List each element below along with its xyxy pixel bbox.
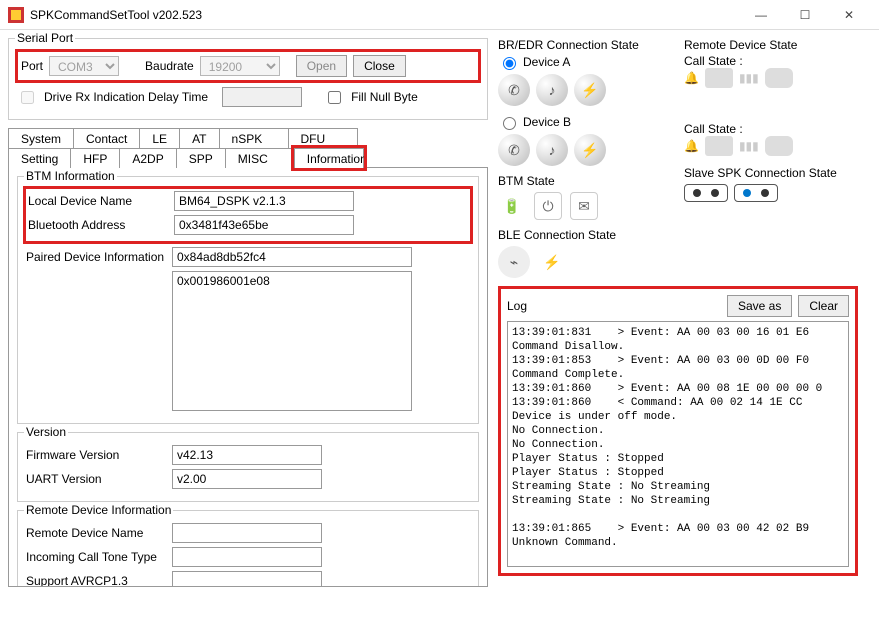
tab-misc[interactable]: MISC	[225, 148, 295, 168]
mail-icon: ✉	[570, 192, 598, 220]
fw-value: v42.13	[172, 445, 322, 465]
tab-system[interactable]: System	[8, 128, 74, 148]
paired-label: Paired Device Information	[26, 250, 166, 264]
battery-icon	[765, 136, 793, 156]
tab-at[interactable]: AT	[179, 128, 219, 148]
minimize-button[interactable]: —	[739, 1, 783, 29]
tab-contact[interactable]: Contact	[73, 128, 140, 148]
clear-button[interactable]: Clear	[798, 295, 849, 317]
plug-icon: ⚡	[574, 74, 606, 106]
titlebar: SPKCommandSetTool v202.523 — ☐ ✕	[0, 0, 879, 30]
baudrate-label: Baudrate	[145, 59, 194, 73]
fw-label: Firmware Version	[26, 448, 166, 462]
phone-icon: ✆	[498, 74, 530, 106]
tab-dfu[interactable]: DFU	[288, 128, 358, 148]
signal-icon: ▮▮▮	[739, 139, 759, 153]
tab-information[interactable]: Information	[294, 148, 364, 168]
port-label: Port	[21, 59, 43, 73]
device-a-radio[interactable]	[503, 57, 516, 70]
log-content[interactable]: 13:39:01:831 > Event: AA 00 03 00 16 01 …	[507, 321, 849, 567]
phone-off-icon	[705, 136, 733, 156]
remote-state-legend: Remote Device State	[684, 38, 858, 52]
serial-port-legend: Serial Port	[15, 31, 75, 45]
version-legend: Version	[24, 425, 68, 439]
tone-label: Incoming Call Tone Type	[26, 550, 166, 564]
app-icon	[8, 7, 24, 23]
bell-icon: 🔔	[684, 139, 699, 153]
call-state-a-label: Call State :	[684, 54, 858, 68]
device-b-radio[interactable]	[503, 117, 516, 130]
serial-port-group: Serial Port Port COM3 Baudrate 19200 Ope…	[8, 38, 488, 120]
bredr-legend: BR/EDR Connection State	[498, 38, 672, 52]
slave-box-1	[684, 184, 728, 202]
drive-rx-value[interactable]	[222, 87, 302, 107]
avrcp-input[interactable]	[172, 571, 322, 587]
tone-input[interactable]	[172, 547, 322, 567]
slave-legend: Slave SPK Connection State	[684, 166, 858, 180]
music-icon: ♪	[536, 134, 568, 166]
battery-icon: 🔋	[498, 192, 526, 220]
open-button[interactable]: Open	[296, 55, 347, 77]
call-state-b-label: Call State :	[684, 122, 858, 136]
port-select[interactable]: COM3	[49, 56, 119, 76]
phone-icon: ✆	[498, 134, 530, 166]
window-title: SPKCommandSetTool v202.523	[30, 8, 739, 22]
drive-rx-label: Drive Rx Indication Delay Time	[44, 90, 208, 104]
power-icon: ⏻	[534, 192, 562, 220]
bt-addr-label: Bluetooth Address	[28, 218, 168, 232]
save-as-button[interactable]: Save as	[727, 295, 792, 317]
btm-state-legend: BTM State	[498, 174, 672, 188]
signal-icon: ▮▮▮	[739, 71, 759, 85]
tab-le[interactable]: LE	[139, 128, 180, 148]
close-button[interactable]: Close	[353, 55, 406, 77]
ble-legend: BLE Connection State	[498, 228, 672, 242]
tab-a2dp[interactable]: A2DP	[119, 148, 176, 168]
uart-label: UART Version	[26, 472, 166, 486]
tab-spp[interactable]: SPP	[176, 148, 226, 168]
paired-value-1: 0x84ad8db52fc4	[172, 247, 412, 267]
baudrate-select[interactable]: 19200	[200, 56, 280, 76]
plug-icon: ⚡	[536, 246, 568, 278]
tab-content-information: BTM Information Local Device Name BM64_DS…	[8, 167, 488, 587]
slave-box-2	[734, 184, 778, 202]
device-a-label: Device A	[523, 55, 570, 69]
uart-value: v2.00	[172, 469, 322, 489]
avrcp-label: Support AVRCP1.3	[26, 574, 166, 587]
tab-row-1: System Contact LE AT nSPK DFU	[8, 128, 488, 148]
battery-icon	[765, 68, 793, 88]
remote-legend: Remote Device Information	[24, 503, 173, 517]
fill-null-checkbox[interactable]	[328, 91, 341, 104]
local-name-label: Local Device Name	[28, 194, 168, 208]
plug-icon: ⚡	[574, 134, 606, 166]
maximize-button[interactable]: ☐	[783, 1, 827, 29]
btm-info-group: BTM Information Local Device NameBM64_DS…	[17, 176, 479, 424]
version-group: Version Firmware Versionv42.13 UART Vers…	[17, 432, 479, 502]
bt-addr-value: 0x3481f43e65be	[174, 215, 354, 235]
tab-hfp[interactable]: HFP	[70, 148, 120, 168]
rss-icon: ⌁	[498, 246, 530, 278]
remote-name-input[interactable]	[172, 523, 322, 543]
btm-info-legend: BTM Information	[24, 169, 117, 183]
drive-rx-checkbox[interactable]	[21, 91, 34, 104]
bell-icon: 🔔	[684, 71, 699, 85]
remote-name-label: Remote Device Name	[26, 526, 166, 540]
paired-value-2: 0x001986001e08	[172, 271, 412, 411]
remote-info-group: Remote Device Information Remote Device …	[17, 510, 479, 587]
tab-row-2: Setting HFP A2DP SPP MISC Information	[8, 148, 488, 168]
tab-nspk[interactable]: nSPK	[219, 128, 289, 148]
music-icon: ♪	[536, 74, 568, 106]
close-window-button[interactable]: ✕	[827, 1, 871, 29]
phone-off-icon	[705, 68, 733, 88]
log-label: Log	[507, 299, 721, 313]
tab-setting[interactable]: Setting	[8, 148, 71, 168]
device-b-label: Device B	[523, 115, 571, 129]
local-name-value: BM64_DSPK v2.1.3	[174, 191, 354, 211]
log-panel: Log Save as Clear 13:39:01:831 > Event: …	[498, 286, 858, 576]
fill-null-label: Fill Null Byte	[351, 90, 418, 104]
